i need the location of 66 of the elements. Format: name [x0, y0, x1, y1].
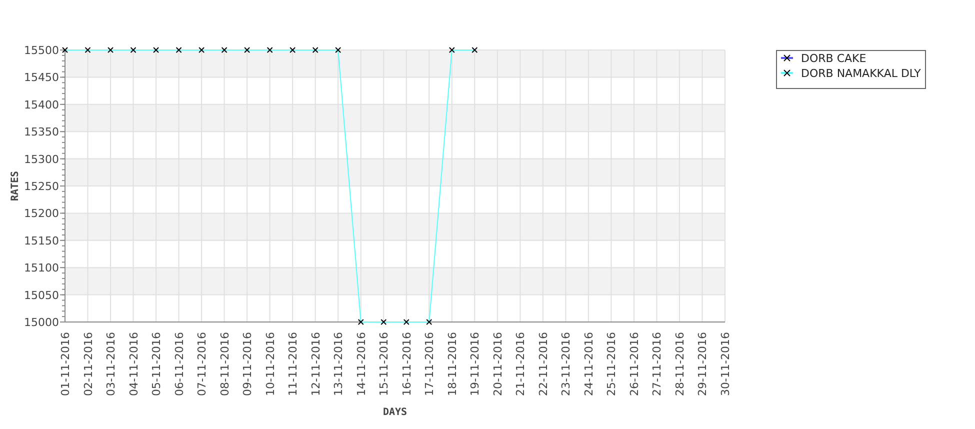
tick-label: 26-11-2016: [628, 332, 641, 396]
tick-label: 15100: [24, 262, 59, 275]
tick-label: 12-11-2016: [309, 332, 322, 396]
tick-label: 17-11-2016: [423, 332, 436, 396]
tick-label: 19-11-2016: [468, 332, 482, 396]
data-point: [472, 47, 478, 53]
tick-label: 28-11-2016: [673, 332, 686, 396]
tick-label: 15000: [24, 316, 59, 329]
data-point: [153, 47, 160, 53]
data-point: [426, 319, 432, 325]
data-point: [448, 47, 455, 53]
tick-label: 23-11-2016: [560, 332, 573, 396]
tick-label: 15200: [24, 207, 59, 220]
tick-label: 10-11-2016: [264, 332, 277, 396]
data-point: [312, 47, 318, 53]
tick-label: 15150: [24, 234, 59, 248]
tick-label: 21-11-2016: [514, 332, 528, 396]
tick-label: 09-11-2016: [241, 332, 254, 396]
tick-label: 15-11-2016: [378, 332, 391, 396]
tick-label: 11-11-2016: [286, 332, 300, 396]
tick-label: 15050: [24, 288, 59, 302]
tick-label: 18-11-2016: [446, 332, 459, 396]
data-point: [84, 47, 91, 53]
data-point: [130, 47, 136, 53]
data-point: [358, 319, 364, 325]
tick-label: 15350: [24, 126, 59, 139]
data-point: [221, 47, 228, 53]
tick-label: 15300: [24, 152, 59, 166]
tick-label: 15450: [24, 71, 59, 84]
legend-marker-icon: [781, 54, 793, 62]
data-point: [176, 47, 182, 53]
data-point: [108, 47, 114, 53]
tick-label: 16-11-2016: [400, 332, 414, 396]
data-point: [198, 47, 205, 53]
data-point: [290, 47, 296, 53]
tick-label: 20-11-2016: [491, 332, 504, 396]
tick-label: 27-11-2016: [650, 332, 664, 396]
tick-label: 15500: [24, 44, 59, 57]
data-point: [244, 47, 250, 53]
tick-label: 02-11-2016: [82, 332, 95, 396]
tick-label: 06-11-2016: [172, 332, 186, 396]
tick-label: 25-11-2016: [605, 332, 618, 396]
axis-title: DAYS: [382, 407, 408, 418]
tick-label: 07-11-2016: [196, 332, 209, 396]
legend-label: DORB CAKE: [801, 52, 866, 65]
tick-label: 05-11-2016: [150, 332, 164, 396]
axis-title: RATES: [10, 170, 21, 202]
data-point: [266, 47, 273, 53]
tick-label: 04-11-2016: [127, 332, 140, 396]
tick-label: 13-11-2016: [332, 332, 346, 396]
data-point: [380, 319, 387, 325]
tick-label: 24-11-2016: [582, 332, 596, 396]
tick-label: 15400: [24, 98, 59, 112]
tick-label: 08-11-2016: [218, 332, 232, 396]
legend-label: DORB NAMAKKAL DLY: [801, 67, 921, 80]
tick-label: 14-11-2016: [354, 332, 368, 396]
tick-label: 22-11-2016: [536, 332, 550, 396]
tick-label: 15250: [24, 180, 59, 193]
legend-marker-icon: [781, 70, 793, 76]
tick-label: 30-11-2016: [719, 332, 732, 396]
tick-label: 29-11-2016: [696, 332, 710, 396]
data-point: [403, 319, 410, 325]
data-point: [335, 47, 342, 53]
data-point: [62, 47, 68, 53]
tick-label: 01-11-2016: [59, 332, 72, 396]
tick-label: 03-11-2016: [104, 332, 118, 396]
